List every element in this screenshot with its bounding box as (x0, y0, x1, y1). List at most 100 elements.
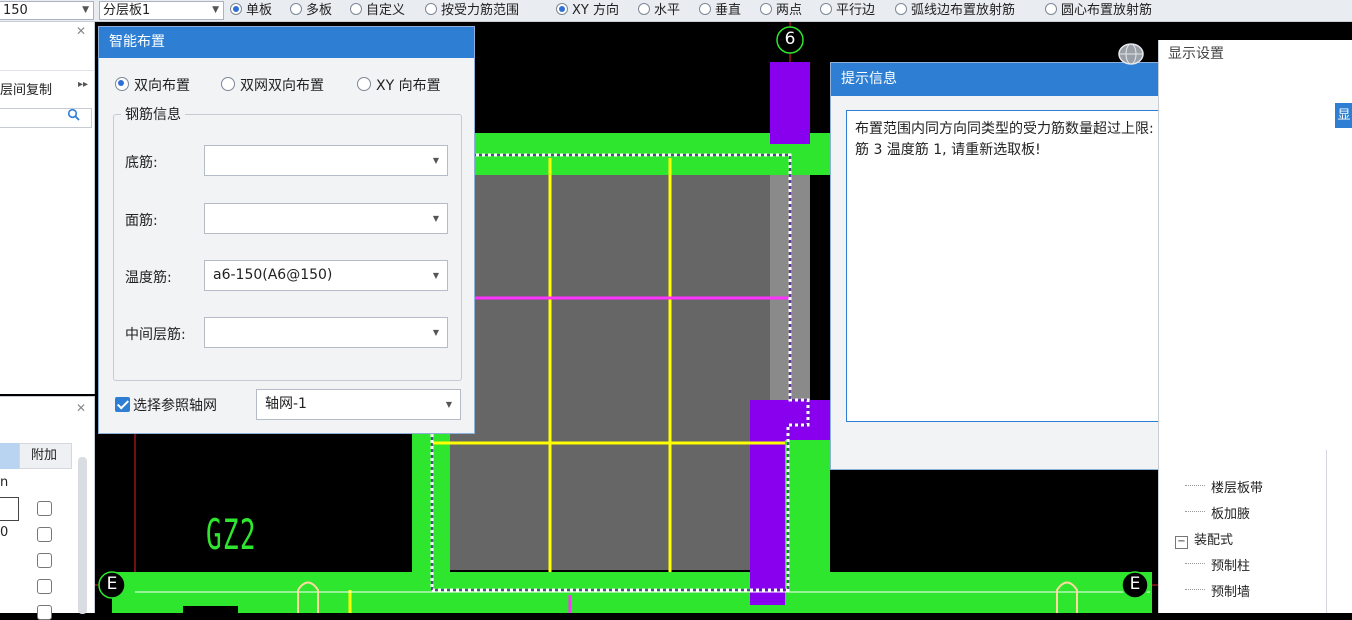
option-radio[interactable]: 圆心布置放射筋 (1045, 2, 1152, 19)
field-select[interactable]: ▼ (204, 145, 448, 176)
ref-grid-checkbox[interactable]: 选择参照轴网 (115, 395, 217, 415)
side-tab[interactable]: 显 (1335, 103, 1352, 128)
display-settings-panel: 显示设置 显 楼层板带 板加腋 − 装配式 预制柱 预制墙 (1158, 40, 1352, 613)
radio-icon (230, 3, 242, 15)
mode-radio[interactable]: 双网双向布置 (221, 75, 324, 95)
scrollbar[interactable] (78, 457, 87, 614)
grid-cell-2: 0 (0, 525, 9, 540)
option-label: 单板 (246, 3, 273, 18)
radio-icon (638, 3, 650, 15)
option-radio[interactable]: 按受力筋范围 (425, 2, 519, 19)
tree-connector (1185, 511, 1205, 512)
field-label: 底筋: (125, 155, 158, 171)
left-panel-top: ✕ 层间复制 ▸▸ (0, 22, 95, 394)
option-label: 自定义 (366, 3, 406, 18)
tree-label: 装配式 (1194, 533, 1234, 548)
header-cell-blue (0, 443, 19, 469)
option-label: 弧线边布置放射筋 (911, 3, 1016, 18)
tab-row: 层间复制 ▸▸ (0, 70, 94, 100)
close-icon[interactable]: ✕ (76, 401, 86, 415)
tree-label: 预制柱 (1211, 559, 1251, 574)
mode-radio[interactable]: 双向布置 (115, 75, 190, 95)
chevron-down-icon: ▼ (432, 156, 439, 165)
option-label: 多板 (306, 3, 333, 18)
ref-grid-select[interactable]: 轴网-1 ▼ (256, 389, 461, 420)
field-select[interactable]: a6-150(A6@150) ▼ (204, 260, 448, 291)
tree-connector (1185, 589, 1205, 590)
mode-label: 双向布置 (134, 78, 190, 94)
tree-item[interactable]: 板加腋 (1185, 503, 1250, 522)
close-icon[interactable]: ✕ (76, 24, 86, 38)
row-checkbox[interactable] (37, 501, 52, 516)
grid-bubble-label-top: 6 (784, 29, 796, 49)
option-label: XY 方向 (572, 3, 619, 18)
row-checkbox[interactable] (37, 527, 52, 542)
tree-label: 楼层板带 (1211, 481, 1264, 496)
radio-icon (115, 77, 129, 91)
header-label: 附加 (31, 448, 58, 463)
tree-item[interactable]: 预制柱 (1185, 555, 1251, 574)
field-label: 中间层筋: (125, 327, 186, 343)
radio-icon (699, 3, 711, 15)
chevron-down-icon: ▼ (432, 214, 439, 223)
grid-cell-editor[interactable] (0, 497, 19, 521)
tab-layer-copy[interactable]: 层间复制 (0, 79, 52, 98)
row-checkbox[interactable] (37, 553, 52, 568)
column-label: GZ2 (206, 510, 257, 559)
ref-grid-label: 选择参照轴网 (133, 398, 217, 414)
spacing-combo[interactable]: 150 ▼ (0, 1, 94, 20)
layer-combo[interactable]: 分层板1 ▼ (99, 1, 224, 20)
mode-label: XY 向布置 (376, 78, 441, 94)
option-label: 按受力筋范围 (441, 3, 520, 18)
tree-item[interactable]: 预制墙 (1185, 581, 1251, 600)
view-cube-icon[interactable] (1113, 40, 1153, 66)
tree-connector (1185, 563, 1205, 564)
left-panel-bottom: ✕ 附加 n 0 (0, 396, 95, 620)
spacing-value: 150 (3, 3, 28, 18)
option-radio[interactable]: 多板 (290, 2, 332, 19)
option-radio[interactable]: XY 方向 (556, 2, 619, 19)
option-radio[interactable]: 垂直 (699, 2, 741, 19)
check-icon (115, 397, 130, 412)
chevron-down-icon: ▼ (445, 400, 452, 409)
dialog-title[interactable]: 智能布置 (99, 27, 474, 58)
option-label: 垂直 (715, 3, 742, 18)
field-select[interactable]: ▼ (204, 203, 448, 234)
panel-vline (1326, 450, 1327, 613)
radio-icon (820, 3, 832, 15)
option-radio[interactable]: 平行边 (820, 2, 875, 19)
tree-connector (1185, 485, 1205, 486)
chevron-down-icon: ▼ (82, 5, 89, 15)
mode-radio[interactable]: XY 向布置 (357, 75, 441, 95)
radio-icon (425, 3, 437, 15)
search-icon[interactable] (67, 108, 80, 121)
grid-bubble-label-left: E (106, 574, 118, 594)
field-select[interactable]: ▼ (204, 317, 448, 348)
smart-layout-dialog: 智能布置 双向布置 双网双向布置 XY 向布置 钢筋信息 底筋: ▼ 面筋: ▼ 温度筋: a… (98, 26, 475, 434)
option-label: 平行边 (836, 3, 876, 18)
option-radio[interactable]: 自定义 (350, 2, 405, 19)
radio-icon (895, 3, 907, 15)
radio-icon (1045, 3, 1057, 15)
option-radio[interactable]: 单板 (230, 2, 272, 19)
field-value: a6-150(A6@150) (213, 267, 333, 283)
option-radio[interactable]: 弧线边布置放射筋 (895, 2, 1015, 19)
radio-icon (350, 3, 362, 15)
tree-item[interactable]: − 装配式 (1175, 529, 1233, 549)
more-icon[interactable]: ▸▸ (78, 79, 88, 90)
option-label: 两点 (776, 3, 803, 18)
option-radio[interactable]: 水平 (638, 2, 680, 19)
collapse-icon[interactable]: − (1175, 536, 1188, 549)
option-radio[interactable]: 两点 (760, 2, 802, 19)
chevron-down-icon: ▼ (212, 5, 219, 15)
field-label: 面筋: (125, 213, 158, 229)
row-checkbox[interactable] (37, 579, 52, 594)
tree-label: 预制墙 (1211, 585, 1251, 600)
chevron-down-icon: ▼ (432, 271, 439, 280)
option-label: 圆心布置放射筋 (1061, 3, 1153, 18)
grid-bubble-label-right: E (1129, 574, 1141, 594)
radio-icon (357, 77, 371, 91)
tree-item[interactable]: 楼层板带 (1185, 477, 1264, 496)
top-toolbar: 150 ▼ 分层板1 ▼ 单板 多板 自定义 按受力筋范围 XY 方向 水平 垂直 两点 平行边… (0, 0, 1352, 22)
group-label: 钢筋信息 (121, 104, 185, 124)
